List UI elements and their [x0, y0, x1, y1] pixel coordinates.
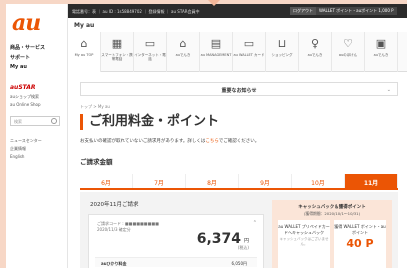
service-tab[interactable]: ▣ auでんき: [365, 32, 398, 72]
breadcrumb: トップ > My au: [80, 104, 110, 109]
currency-unit: 円: [243, 238, 249, 244]
line-item-label: auひかり料金: [101, 261, 127, 266]
sidebar: au 商品・サービス サポート My au auSTAR auショップ検索 au…: [6, 4, 68, 268]
cashback-prepaid-title: au WALLET プリペイドカードへキャッシュバック: [278, 224, 330, 235]
service-tab[interactable]: ▤ au MANAGEMENT: [200, 32, 233, 72]
month-tab[interactable]: 7月: [133, 174, 186, 188]
billing-card: ご請求コード : ■■■■■■■■■ 2020/11/3 確定分 ⌃ 6,374…: [88, 214, 264, 268]
billing-date: 2020/11/3 確定分: [97, 227, 131, 232]
service-tab-icon: ▣: [375, 37, 387, 50]
section-heading: ご請求金額: [80, 158, 113, 166]
payment-notice-text: お支払いの確認が取れていないご請求月があります。詳しくはこちらでご確認ください。: [80, 138, 259, 144]
service-tab-label: auのほけん: [338, 53, 358, 57]
cashback-panel: キャッシュバック＆獲得ポイント (獲得期間：2020/10/1〜10/31) a…: [272, 200, 392, 268]
service-tab[interactable]: ♀ auでんき: [299, 32, 332, 72]
service-tab-label: au MANAGEMENT: [200, 53, 232, 57]
news-center-link[interactable]: ニュースセンター: [10, 138, 42, 144]
cashback-prepaid-note: キャッシュバックはございません。: [279, 237, 329, 246]
wallet-points-button[interactable]: WALLET ポイント・auポイント 1,000 P: [316, 7, 397, 15]
page-header: My au: [68, 18, 407, 32]
details-link[interactable]: こちら: [205, 139, 218, 144]
account-bar: 電話番号：表 ｜ au ID : 1s58849702 ｜ 登録情報 ｜ au …: [68, 4, 407, 18]
points-value: 40 P: [346, 237, 374, 250]
english-link[interactable]: English: [10, 154, 24, 159]
billing-line-item[interactable]: auひかり料金 6,050円: [95, 257, 257, 267]
cashback-heading: キャッシュバック＆獲得ポイント: [298, 205, 366, 210]
service-tab-label: auでんき: [373, 53, 389, 57]
points-box: 獲得 WALLET ポイント・auポイント 40 P: [334, 220, 386, 268]
service-tab-label: ショッピング: [271, 53, 293, 57]
company-info-link[interactable]: 企業情報: [10, 146, 26, 152]
important-notice-bar[interactable]: 重要なお知らせ ⌄: [80, 82, 398, 96]
service-tab-icon: ⌂: [179, 37, 187, 50]
service-tab[interactable]: ▭ インターネット・電話: [134, 32, 167, 72]
line-item-value: 6,050円: [231, 261, 247, 266]
service-tab[interactable]: ♡ auのほけん: [332, 32, 365, 72]
online-shop-link[interactable]: au Online Shop: [10, 102, 41, 107]
browser-viewport: au 商品・サービス サポート My au auSTAR auショップ検索 au…: [6, 4, 407, 268]
sidebar-item-products[interactable]: 商品・サービス: [10, 44, 45, 51]
service-tab-label: My au TOP: [74, 53, 94, 57]
cashback-prepaid-box: au WALLET プリペイドカードへキャッシュバック キャッシュバックはござい…: [278, 220, 330, 268]
sidebar-item-support[interactable]: サポート: [10, 54, 30, 61]
chevron-up-icon[interactable]: ⌃: [253, 220, 257, 226]
service-tab[interactable]: ⌂ My au TOP: [68, 32, 101, 72]
month-tab[interactable]: 6月: [80, 174, 133, 188]
service-icon-row: ⌂ My au TOP ▦ スマートフォン・携帯電話 ▭ インターネット・電話 ⌂ auでんき…: [68, 32, 407, 72]
search-placeholder: 検索: [14, 119, 22, 124]
month-tab[interactable]: 10月: [292, 174, 345, 188]
au-logo[interactable]: au: [12, 10, 41, 36]
billing-month-title: 2020年11月ご請求: [90, 202, 139, 208]
month-tabs: 6月 7月 8月 9月 10月 11月: [80, 174, 398, 190]
cashback-period: (獲得期間：2020/10/1〜10/31): [303, 211, 361, 216]
service-tab[interactable]: ⊔ ショッピング: [266, 32, 299, 72]
lead-text-end: でご確認ください。: [218, 139, 260, 144]
sidebar-item-myau[interactable]: My au: [10, 64, 27, 70]
search-icon[interactable]: [51, 118, 57, 124]
service-tab-label: auでんき: [175, 53, 191, 57]
service-tab-label: au WALLET カード: [233, 53, 265, 57]
service-tab-icon: ⊔: [277, 37, 287, 50]
month-tab[interactable]: 11月: [345, 174, 398, 188]
austar-logo[interactable]: auSTAR: [10, 84, 36, 91]
month-tab[interactable]: 8月: [186, 174, 239, 188]
service-tab-icon: ▭: [144, 37, 156, 50]
service-tab-label: スマートフォン・携帯電話: [101, 53, 133, 61]
chevron-down-icon: ⌄: [386, 87, 391, 93]
billing-amount: 6,374: [196, 231, 241, 247]
service-tab-label: auでんき: [307, 53, 323, 57]
service-tab[interactable]: ▦ スマートフォン・携帯電話: [101, 32, 134, 72]
service-tab-icon: ▤: [210, 37, 222, 50]
service-tab[interactable]: ▭ au WALLET カード: [233, 32, 266, 72]
scroll-indicator: [208, 0, 220, 6]
notice-label: 重要なお知らせ: [221, 88, 257, 94]
account-info: 電話番号：表 ｜ au ID : 1s58849702 ｜ 登録情報 ｜ au …: [72, 9, 200, 14]
service-tab-icon: ⌂: [80, 37, 88, 50]
page-title: ご利用料金・ポイント: [80, 114, 219, 130]
tax-note: (税込): [237, 245, 249, 250]
service-tab-label: インターネット・電話: [134, 53, 166, 61]
search-input[interactable]: 検索: [10, 116, 60, 126]
service-tab[interactable]: ⌂ auでんき: [167, 32, 200, 72]
service-tab-icon: ▭: [243, 37, 255, 50]
service-tab-icon: ♡: [343, 37, 353, 50]
month-tab[interactable]: 9月: [239, 174, 292, 188]
service-tab-icon: ▦: [111, 37, 123, 50]
points-title: 獲得 WALLET ポイント・auポイント: [334, 224, 386, 235]
logout-button[interactable]: ログアウト: [290, 7, 316, 15]
service-tab-icon: ♀: [310, 37, 320, 50]
shop-search-link[interactable]: auショップ検索: [10, 94, 39, 100]
lead-text: お支払いの確認が取れていないご請求月があります。詳しくは: [80, 139, 206, 144]
